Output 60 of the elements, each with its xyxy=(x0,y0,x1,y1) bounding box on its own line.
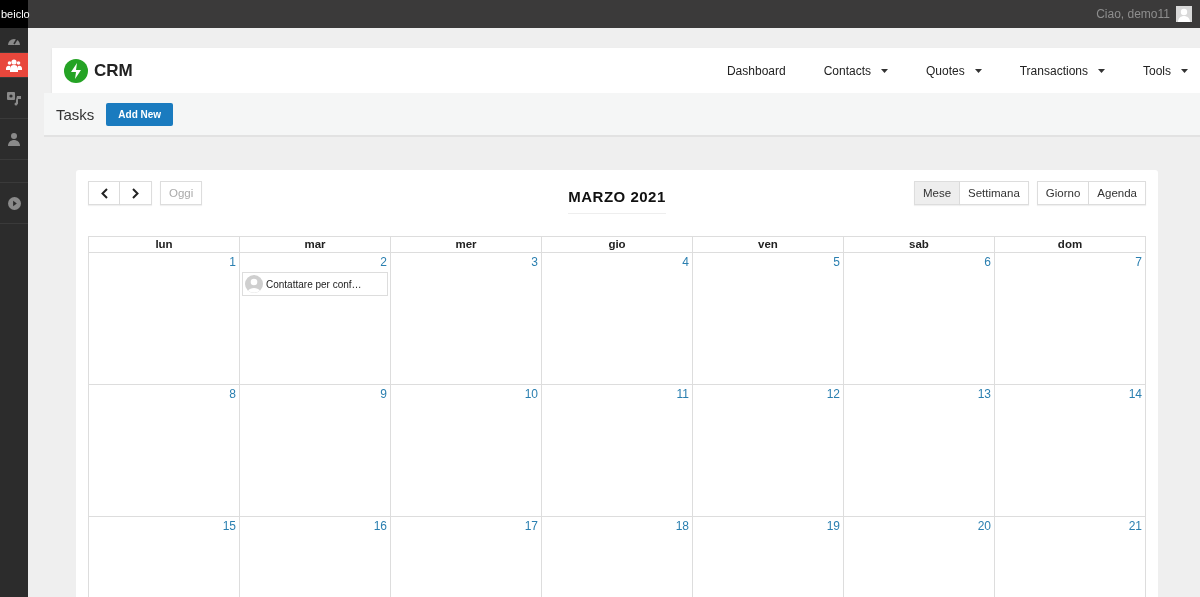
day-number[interactable]: 11 xyxy=(676,387,690,401)
view-button[interactable]: Agenda xyxy=(1089,181,1146,205)
brand-logo[interactable]: beiclo xyxy=(0,0,28,28)
caret-icon xyxy=(974,68,982,73)
day-number[interactable]: 18 xyxy=(675,519,690,533)
nav-link[interactable]: Dashboard xyxy=(714,63,798,78)
caret-icon xyxy=(881,68,889,73)
previous-button[interactable] xyxy=(88,181,120,205)
day-number[interactable]: 5 xyxy=(833,255,841,269)
nav-link[interactable]: Contacts xyxy=(811,63,901,78)
weekday-header: mer xyxy=(391,237,542,253)
chevron-right-icon xyxy=(132,187,139,199)
nav-link[interactable]: Tools xyxy=(1131,63,1200,78)
day-number[interactable]: 4 xyxy=(682,255,690,269)
day-number[interactable]: 13 xyxy=(977,387,992,401)
day-number[interactable]: 14 xyxy=(1128,387,1143,401)
nav-link[interactable]: Quotes xyxy=(914,63,994,78)
event-title: Contattare per conf… xyxy=(266,278,362,290)
event-chip[interactable]: Contattare per conf… xyxy=(242,272,388,296)
page-title: Tasks xyxy=(56,105,95,123)
day-number[interactable]: 12 xyxy=(826,387,841,401)
weekday-header: lun xyxy=(89,237,240,253)
day-number[interactable]: 17 xyxy=(524,519,539,533)
lightning-logo-icon xyxy=(64,58,88,83)
day-number[interactable]: 3 xyxy=(531,255,539,269)
day-number[interactable]: 8 xyxy=(229,387,237,401)
day-number[interactable]: 21 xyxy=(1128,519,1143,533)
weekday-header: mar xyxy=(240,237,391,253)
add-new-button[interactable]: Add New xyxy=(106,102,174,126)
caret-icon xyxy=(1181,68,1188,73)
caret-icon xyxy=(1098,68,1105,73)
weekday-header: sab xyxy=(844,237,995,253)
day-number[interactable]: 9 xyxy=(380,387,388,401)
view-button[interactable]: Mese xyxy=(913,181,961,205)
play-icon xyxy=(7,196,21,210)
puzzle-icon xyxy=(6,90,22,106)
calendar-title: MARZO 2021 xyxy=(568,188,666,214)
day-number[interactable]: 20 xyxy=(977,519,992,533)
day-number[interactable]: 7 xyxy=(1135,255,1143,269)
day-number[interactable]: 15 xyxy=(222,519,237,533)
weekday-header: ven xyxy=(693,237,844,253)
view-button[interactable]: Settimana xyxy=(960,181,1029,205)
user-icon xyxy=(8,132,20,146)
avatar-icon xyxy=(245,275,263,293)
day-number[interactable]: 1 xyxy=(229,255,237,269)
sidebar-item[interactable] xyxy=(0,53,28,78)
day-number[interactable]: 10 xyxy=(524,387,539,401)
day-number[interactable]: 6 xyxy=(984,255,992,269)
weekday-header: dom xyxy=(995,237,1146,253)
user-greeting: Ciao, demo11 xyxy=(1096,7,1170,21)
next-button[interactable] xyxy=(120,181,152,205)
chevron-left-icon xyxy=(100,187,108,199)
view-button[interactable]: Giorno xyxy=(1036,181,1090,205)
app-title: CRM xyxy=(94,60,133,81)
day-number[interactable]: 2 xyxy=(380,255,388,269)
day-number[interactable]: 19 xyxy=(826,519,841,533)
weekday-header: gio xyxy=(542,237,693,253)
day-number[interactable]: 16 xyxy=(373,519,388,533)
group-icon xyxy=(6,58,22,72)
nav-link[interactable]: Transactions xyxy=(1007,63,1117,78)
